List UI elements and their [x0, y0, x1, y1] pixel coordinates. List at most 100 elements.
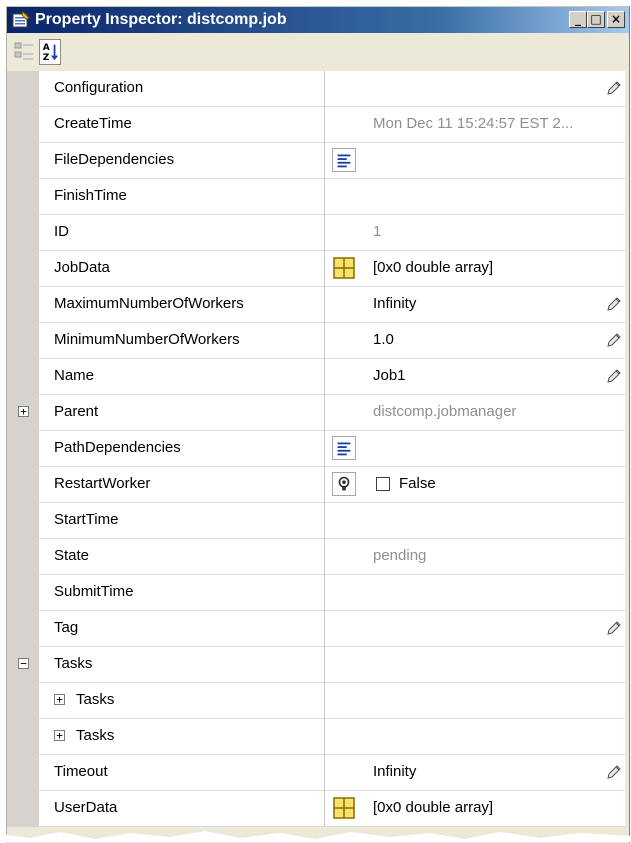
property-row[interactable]: StartTime [7, 503, 629, 539]
property-value-cell[interactable]: Job1 [325, 359, 625, 395]
property-row[interactable]: MaximumNumberOfWorkers Infinity [7, 287, 629, 323]
minimize-button[interactable]: _ [569, 11, 587, 28]
title-bar[interactable]: Property Inspector: distcomp.job _ □ × [7, 7, 629, 33]
checkbox[interactable] [376, 477, 390, 491]
maximize-button[interactable]: □ [587, 11, 605, 28]
property-value-cell[interactable] [325, 503, 625, 539]
row-gutter [7, 323, 39, 359]
property-row[interactable]: FileDependencies [7, 143, 629, 179]
property-name-cell[interactable]: + Tasks [39, 719, 325, 755]
property-name-cell[interactable]: Name [39, 359, 325, 395]
property-name: CreateTime [54, 115, 132, 132]
pencil-icon[interactable] [607, 621, 621, 635]
property-name: Tag [54, 619, 79, 636]
property-row[interactable]: Timeout Infinity [7, 755, 629, 791]
property-row[interactable]: Configuration [7, 71, 629, 107]
property-value-cell[interactable] [325, 575, 625, 611]
property-row[interactable]: RestartWorker False [7, 467, 629, 503]
property-row[interactable]: ID 1 [7, 215, 629, 251]
property-row[interactable]: MinimumNumberOfWorkers 1.0 [7, 323, 629, 359]
pencil-icon[interactable] [607, 765, 621, 779]
property-value-cell[interactable]: False [325, 467, 625, 503]
property-value-cell[interactable]: 1.0 [325, 323, 625, 359]
collapse-icon[interactable]: − [18, 658, 29, 669]
property-name-cell[interactable]: FileDependencies [39, 143, 325, 179]
property-value: False [399, 475, 436, 492]
property-value: [0x0 double array] [373, 799, 494, 816]
array-editor-icon[interactable] [332, 796, 356, 820]
property-value-cell[interactable] [325, 431, 625, 467]
property-row[interactable]: PathDependencies [7, 431, 629, 467]
pencil-icon[interactable] [607, 333, 621, 347]
pencil-icon[interactable] [607, 369, 621, 383]
property-value-cell[interactable] [325, 143, 625, 179]
property-name-cell[interactable]: Tag [39, 611, 325, 647]
property-name-cell[interactable]: Configuration [39, 71, 325, 107]
property-value-cell[interactable]: Infinity [325, 287, 625, 323]
list-editor-icon[interactable] [332, 148, 356, 172]
property-row[interactable]: + Tasks [7, 683, 629, 719]
row-gutter [7, 791, 39, 827]
list-editor-icon[interactable] [332, 436, 356, 460]
property-row[interactable]: Tag [7, 611, 629, 647]
property-row[interactable]: SubmitTime [7, 575, 629, 611]
property-name-cell[interactable]: RestartWorker [39, 467, 325, 503]
property-value: Infinity [373, 763, 417, 780]
property-name-cell[interactable]: Timeout [39, 755, 325, 791]
property-value-cell[interactable] [325, 683, 625, 719]
row-gutter [7, 683, 39, 719]
close-button[interactable]: × [607, 11, 625, 28]
property-value-cell[interactable]: [0x0 double array] [325, 251, 625, 287]
property-name-cell[interactable]: StartTime [39, 503, 325, 539]
property-name-cell[interactable]: MaximumNumberOfWorkers [39, 287, 325, 323]
property-value-cell[interactable] [325, 71, 625, 107]
property-name-cell[interactable]: JobData [39, 251, 325, 287]
property-name: Parent [54, 403, 99, 420]
property-row[interactable]: Name Job1 [7, 359, 629, 395]
property-value-cell[interactable] [325, 719, 625, 755]
property-value-cell: 1 [325, 215, 625, 251]
property-value-cell: Mon Dec 11 15:24:57 EST 2... [325, 107, 625, 143]
property-name-cell[interactable]: + Tasks [39, 683, 325, 719]
property-name: FinishTime [54, 187, 127, 204]
property-value: Mon Dec 11 15:24:57 EST 2... [373, 115, 574, 132]
array-editor-icon[interactable] [332, 256, 356, 280]
property-value-cell[interactable] [325, 179, 625, 215]
property-name-cell[interactable]: FinishTime [39, 179, 325, 215]
property-row[interactable]: State pending [7, 539, 629, 575]
property-row[interactable]: CreateTime Mon Dec 11 15:24:57 EST 2... [7, 107, 629, 143]
property-row[interactable]: JobData [0x0 double array] [7, 251, 629, 287]
expand-icon[interactable]: + [54, 694, 65, 705]
property-value-cell[interactable] [325, 647, 625, 683]
row-gutter: − [7, 647, 39, 683]
categorized-view-icon[interactable] [13, 39, 35, 65]
property-row[interactable]: FinishTime [7, 179, 629, 215]
pencil-icon[interactable] [607, 297, 621, 311]
property-name: State [54, 547, 90, 564]
property-value: [0x0 double array] [373, 259, 494, 276]
property-row[interactable]: + Parent distcomp.jobmanager [7, 395, 629, 431]
property-value-cell[interactable]: [0x0 double array] [325, 791, 625, 827]
property-name: MinimumNumberOfWorkers [54, 331, 240, 348]
property-name-cell[interactable]: CreateTime [39, 107, 325, 143]
sort-alphabetical-icon[interactable]: A Z [39, 39, 61, 65]
bulb-icon[interactable] [332, 472, 356, 496]
property-name-cell[interactable]: MinimumNumberOfWorkers [39, 323, 325, 359]
property-name-cell[interactable]: State [39, 539, 325, 575]
property-name-cell[interactable]: UserData [39, 791, 325, 827]
property-name-cell[interactable]: ID [39, 215, 325, 251]
property-name-cell[interactable]: SubmitTime [39, 575, 325, 611]
property-row[interactable]: − Tasks [7, 647, 629, 683]
row-gutter [7, 755, 39, 791]
expand-icon[interactable]: + [18, 406, 29, 417]
property-name-cell[interactable]: Tasks [39, 647, 325, 683]
property-name-cell[interactable]: PathDependencies [39, 431, 325, 467]
property-value-cell[interactable] [325, 611, 625, 647]
expand-icon[interactable]: + [54, 730, 65, 741]
property-row[interactable]: UserData [0x0 double array] [7, 791, 629, 827]
property-row[interactable]: + Tasks [7, 719, 629, 755]
property-name-cell[interactable]: Parent [39, 395, 325, 431]
pencil-icon[interactable] [607, 81, 621, 95]
row-gutter [7, 359, 39, 395]
property-value-cell[interactable]: Infinity [325, 755, 625, 791]
